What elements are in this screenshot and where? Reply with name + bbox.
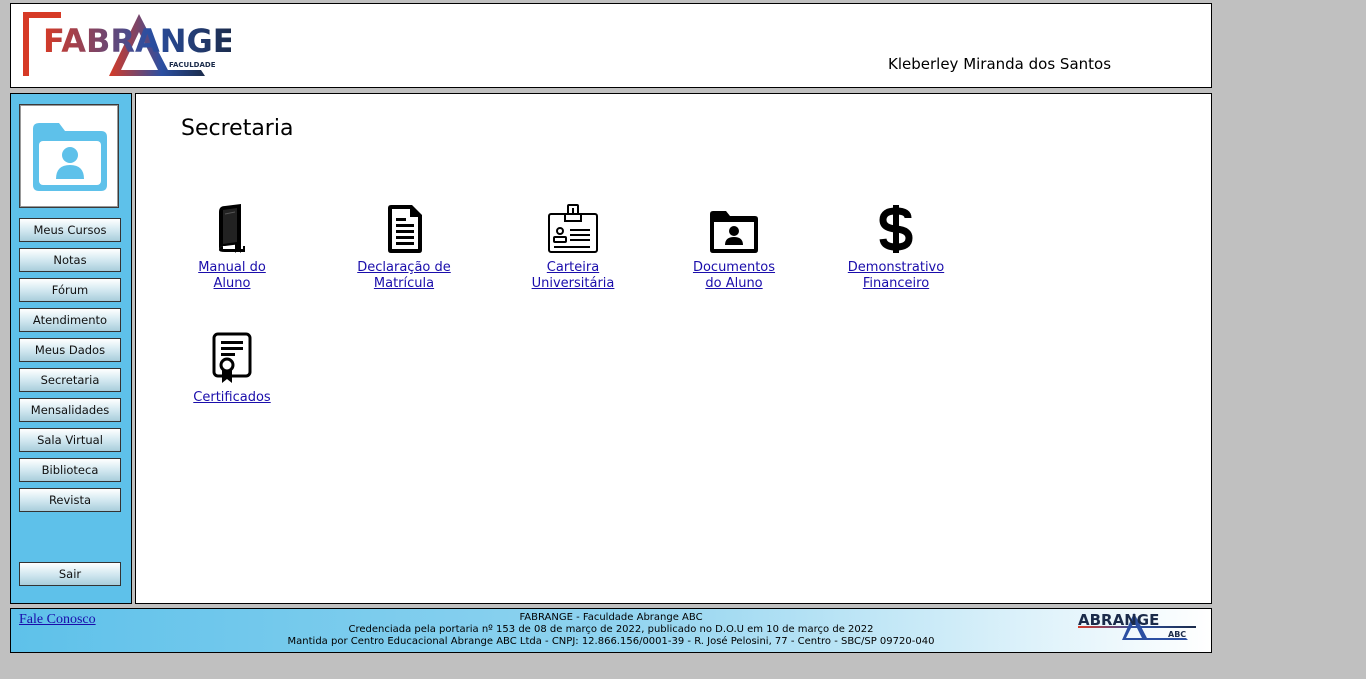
svg-text:ABC: ABC xyxy=(1168,630,1186,639)
tile-link-documentos-do-aluno[interactable]: Documentos do Aluno xyxy=(674,260,794,292)
sidebar-item-biblioteca[interactable]: Biblioteca xyxy=(19,458,121,482)
folder-user-icon[interactable] xyxy=(709,210,759,254)
footer-line-2: Credenciada pela portaria nº 153 de 08 d… xyxy=(348,624,874,635)
fabrange-logo[interactable]: FABRANGE FACULDADE xyxy=(21,10,235,84)
sidebar-item-revista[interactable]: Revista xyxy=(19,488,121,512)
footer-line-3: Mantida por Centro Educacional Abrange A… xyxy=(287,636,935,647)
svg-text:ABRANGE: ABRANGE xyxy=(1078,612,1159,629)
sidebar-item-mensalidades[interactable]: Mensalidades xyxy=(19,398,121,422)
sidebar-item-secretaria[interactable]: Secretaria xyxy=(19,368,121,392)
tile-link-declaracao-de-matricula[interactable]: Declaração de Matrícula xyxy=(344,260,464,292)
tile-manual-do-aluno: Manual do Aluno xyxy=(172,202,292,292)
certificate-icon[interactable] xyxy=(212,332,252,384)
tile-link-demonstrativo-financeiro[interactable]: Demonstrativo Financeiro xyxy=(836,260,956,292)
sidebar-item-atendimento[interactable]: Atendimento xyxy=(19,308,121,332)
sidebar-item-meus-cursos[interactable]: Meus Cursos xyxy=(19,218,121,242)
user-name: Kleberley Miranda dos Santos xyxy=(888,55,1112,73)
tile-declaracao-de-matricula: Declaração de Matrícula xyxy=(344,202,464,292)
tile-carteira-universitaria: Carteira Universitária xyxy=(513,202,633,292)
sidebar-item-sala-virtual[interactable]: Sala Virtual xyxy=(19,428,121,452)
document-icon[interactable] xyxy=(384,204,424,254)
page-title: Secretaria xyxy=(181,116,294,141)
sidebar-item-forum[interactable]: Fórum xyxy=(19,278,121,302)
tile-demonstrativo-financeiro: Demonstrativo Financeiro xyxy=(836,202,956,292)
footer-info: FABRANGE - Faculdade Abrange ABC Credenc… xyxy=(11,612,1211,648)
logout-button[interactable]: Sair xyxy=(19,562,121,586)
sidebar-item-meus-dados[interactable]: Meus Dados xyxy=(19,338,121,362)
footer-line-1: FABRANGE - Faculdade Abrange ABC xyxy=(519,612,703,623)
tile-link-manual-do-aluno[interactable]: Manual do Aluno xyxy=(172,260,292,292)
main-content: Secretaria Manual do Aluno Declaração de… xyxy=(135,93,1212,604)
book-icon[interactable] xyxy=(215,204,249,254)
header: FABRANGE FACULDADE Kleberley Miranda dos… xyxy=(10,3,1212,88)
footer: Fale Conosco FABRANGE - Faculdade Abrang… xyxy=(10,608,1212,653)
tile-link-certificados[interactable]: Certificados xyxy=(172,390,292,406)
tile-link-carteira-universitaria[interactable]: Carteira Universitária xyxy=(513,260,633,292)
tile-documentos-do-aluno: Documentos do Aluno xyxy=(674,202,794,292)
folder-user-icon xyxy=(33,123,107,191)
dollar-icon[interactable] xyxy=(878,204,914,254)
id-card-icon[interactable] xyxy=(547,204,599,254)
tile-certificados: Certificados xyxy=(172,332,292,406)
sidebar: Meus Cursos Notas Fórum Atendimento Meus… xyxy=(10,93,132,604)
svg-text:FABRANGE: FABRANGE xyxy=(43,22,231,60)
abrange-logo: ABRANGE ABC xyxy=(1076,611,1198,646)
sidebar-item-notas[interactable]: Notas xyxy=(19,248,121,272)
svg-text:FACULDADE: FACULDADE xyxy=(169,61,216,69)
avatar xyxy=(19,104,119,208)
